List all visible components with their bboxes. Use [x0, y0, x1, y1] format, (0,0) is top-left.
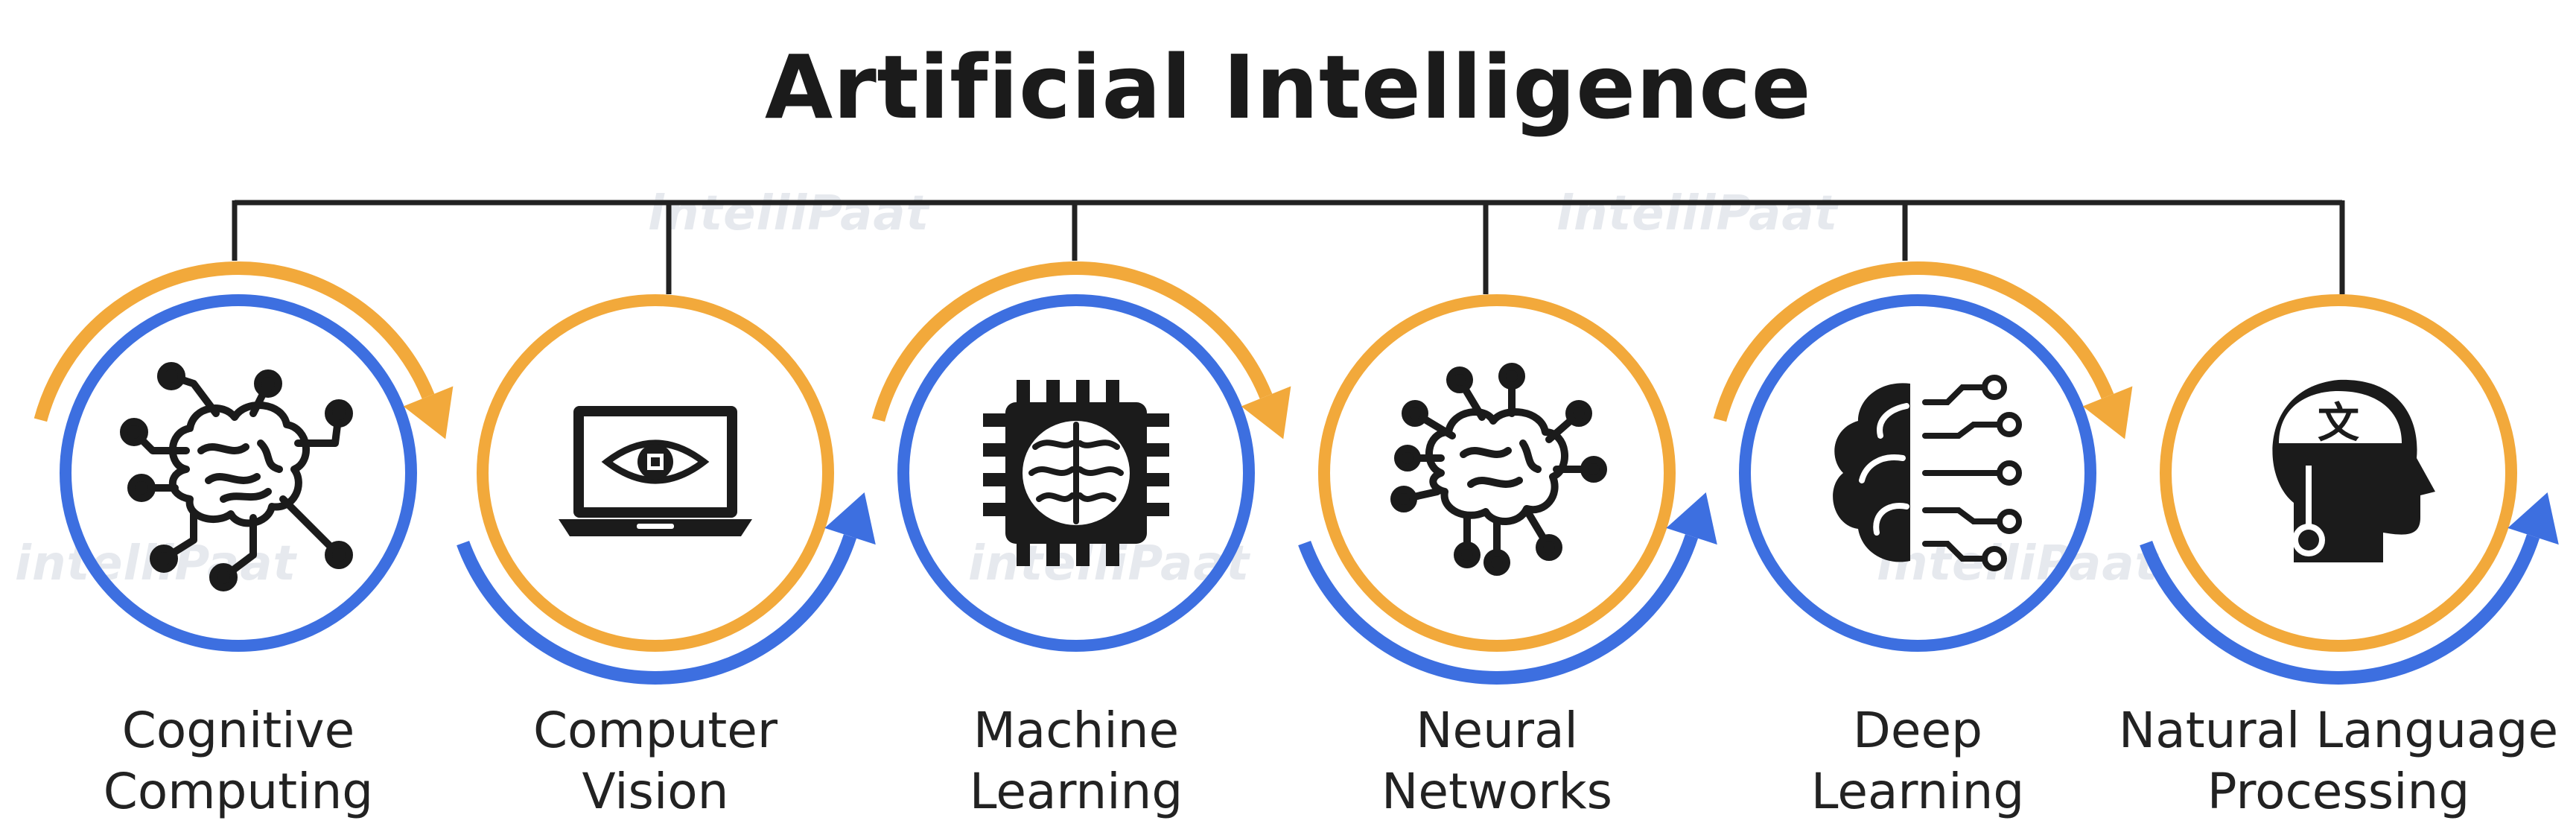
node-label: Natural Language Processing	[2078, 700, 2576, 822]
brain-circuit-icon	[124, 366, 349, 588]
node-ring	[1739, 294, 2096, 652]
connector-bracket	[232, 200, 2345, 294]
brain-chip-icon	[983, 380, 1169, 566]
node-label-line1: Natural Language	[2118, 702, 2559, 759]
head-language-icon	[2272, 380, 2435, 562]
flow-arc	[34, 261, 435, 422]
flow-arc	[1713, 261, 2114, 422]
node-ring	[60, 294, 417, 652]
circle-rings	[34, 261, 2559, 685]
diagram-stage: intelliPaat intelliPaat intelliPaat inte…	[0, 0, 2576, 838]
flow-arc	[871, 261, 1273, 422]
neural-brain-icon	[1394, 366, 1603, 572]
laptop-eye-icon	[559, 406, 752, 536]
flow-arc	[457, 534, 857, 685]
brain-nodes-icon	[1833, 378, 2019, 568]
node-label-line2: Processing	[2207, 763, 2470, 820]
node-ring	[1318, 294, 1676, 652]
